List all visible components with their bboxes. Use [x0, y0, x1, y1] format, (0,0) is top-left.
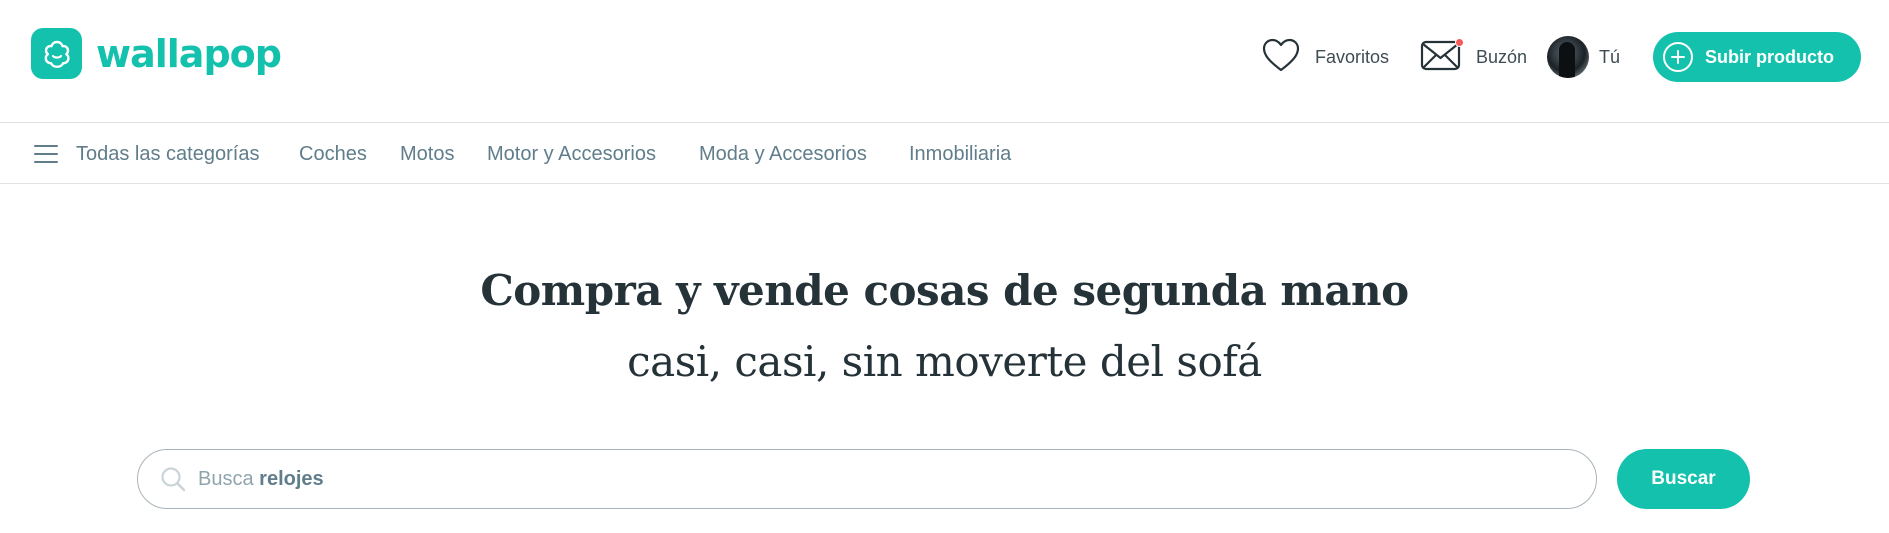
search-placeholder-keyword: relojes	[259, 467, 324, 490]
category-moda-accesorios[interactable]: Moda y Accesorios	[699, 124, 867, 184]
inbox-link[interactable]: Buzón	[1420, 30, 1527, 84]
category-coches[interactable]: Coches	[299, 124, 367, 184]
favorites-label: Favoritos	[1315, 46, 1390, 67]
profile-link[interactable]: Tú	[1547, 30, 1620, 84]
inbox-label: Buzón	[1476, 46, 1528, 67]
avatar	[1547, 36, 1589, 78]
category-all[interactable]: Todas las categorías	[76, 124, 259, 184]
notification-dot	[1455, 37, 1464, 47]
favorites-link[interactable]: Favoritos	[1261, 30, 1389, 84]
search-placeholder: Busca relojes	[198, 468, 324, 491]
category-motos[interactable]: Motos	[400, 124, 454, 184]
profile-label: Tú	[1599, 46, 1621, 67]
mail-icon	[1420, 37, 1464, 77]
heart-icon	[1261, 37, 1301, 78]
header-actions: Favoritos Buzón Tú	[0, 30, 1889, 84]
search-button[interactable]: Buscar	[1617, 449, 1750, 509]
hamburger-icon[interactable]	[34, 143, 58, 165]
category-bar: Todas las categorías Coches Motos Motor …	[0, 124, 1889, 184]
category-motor-accesorios[interactable]: Motor y Accesorios	[487, 124, 656, 184]
hero-title: Compra y vende cosas de segunda mano	[480, 266, 1409, 315]
hero-subtitle: casi, casi, sin moverte del sofá	[627, 337, 1262, 386]
search-icon	[160, 466, 186, 492]
category-inmobiliaria[interactable]: Inmobiliaria	[909, 124, 1011, 184]
plus-icon	[1663, 42, 1693, 72]
top-header: wallapop Favoritos Buzón Tú Subir produc…	[0, 0, 1889, 123]
search-input[interactable]: Busca relojes	[137, 449, 1597, 509]
upload-product-label: Subir producto	[1705, 46, 1834, 67]
search-placeholder-prefix: Busca	[198, 467, 254, 490]
upload-product-button[interactable]: Subir producto	[1653, 32, 1861, 82]
